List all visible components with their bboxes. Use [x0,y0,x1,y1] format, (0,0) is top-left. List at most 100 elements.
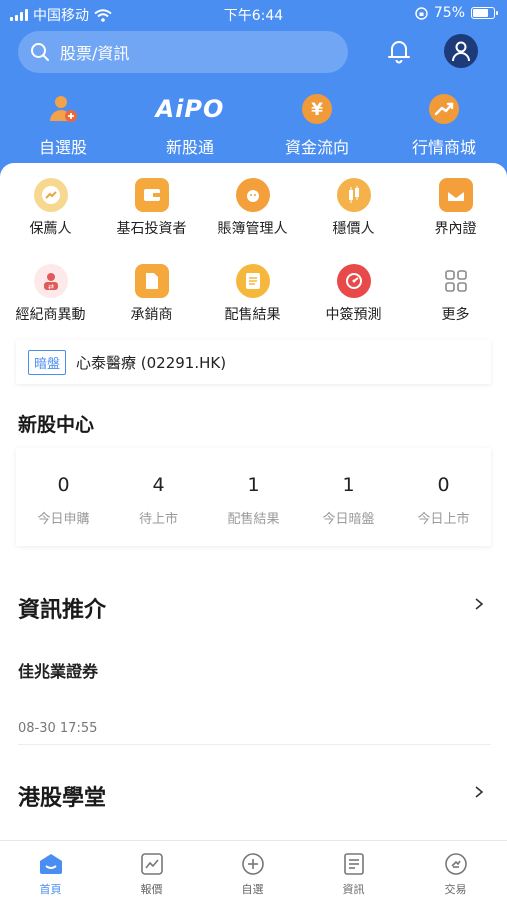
aipo-logo-text: AiPO [155,95,225,123]
trend-up-icon [384,92,504,126]
quick-nav-label: 自選股 [38,138,87,157]
stat-label: 今日暗盤 [322,512,375,527]
grid-item-label: 經紀商異動 [15,307,86,323]
grid-item-label: 界內證 [434,221,477,237]
stat-value: 1 [247,474,260,496]
grid-item-cornerstone[interactable]: 基石投資者 [101,178,202,238]
list-icon [235,264,270,298]
stat-value: 0 [57,474,70,496]
grid-item-label: 中簽預測 [325,307,382,323]
search-placeholder: 股票/資訊 [60,44,130,63]
stat-label: 配售結果 [227,512,280,527]
tab-label: 自選 [241,883,264,896]
grid-item-label: 配售結果 [224,307,281,323]
grid-item-more[interactable]: 更多 [405,264,506,324]
battery-percent: 75% [433,5,465,21]
document-icon [134,264,169,298]
stat-value: 4 [152,474,165,496]
quick-nav-new-ipo[interactable]: AiPO 新股通 [130,92,250,158]
news-source[interactable]: 佳兆業證券 [18,658,98,682]
rotation-lock-icon [415,6,428,20]
grid-item-label: 保薦人 [29,221,72,237]
ipo-center-title: 新股中心 [18,414,95,436]
search-input[interactable]: 股票/資訊 [18,31,348,73]
svg-text:⇄: ⇄ [48,283,54,291]
feature-grid-row-2: ⇄ 經紀商異動 承銷商 配售結果 中簽預測 更多 [0,264,507,334]
grid-item-inline-warrant[interactable]: 界內證 [405,178,506,238]
tab-watchlist[interactable]: 自選 [202,851,303,897]
quick-nav-fund-flow[interactable]: ¥ 資金流向 [257,92,377,158]
lion-icon [235,178,270,212]
ipo-stats-card: 0 今日申購 4 待上市 1 配售結果 1 今日暗盤 0 今日上市 [16,448,491,546]
aipo-logo: AiPO [130,92,250,126]
news-time: 08-30 17:55 [18,721,98,736]
tab-news[interactable]: 資訊 [303,851,404,897]
chevron-right-icon[interactable] [473,598,485,610]
grid-item-allotment-results[interactable]: 配售結果 [202,264,303,324]
stat-today-grey-market[interactable]: 1 今日暗盤 [301,474,396,527]
divider [18,744,491,745]
grid-item-label: 穩價人 [332,221,375,237]
grid-item-label: 承銷商 [130,307,173,323]
news-icon [303,851,404,877]
battery-fill [473,9,488,17]
gauge-icon [336,264,371,298]
grid-item-bookrunner[interactable]: 賬簿管理人 [202,178,303,238]
tab-trade[interactable]: 交易 [405,851,506,897]
bell-icon[interactable] [384,36,414,66]
tab-home[interactable]: 首頁 [0,851,101,897]
battery-icon [471,7,498,19]
quick-nav: 自選股 AiPO 新股通 ¥ 資金流向 行情商城 [0,92,507,157]
grey-market-badge: 暗盤 [28,349,67,375]
quick-nav-label: 行情商城 [411,138,476,157]
envelope-icon [438,178,473,212]
status-right: 75% [415,5,498,21]
news-section-title[interactable]: 資訊推介 [18,592,106,624]
candles-icon [336,178,371,212]
trade-icon [405,851,506,877]
stat-allotment-results[interactable]: 1 配售結果 [206,474,301,527]
grid-item-stabilizer[interactable]: 穩價人 [303,178,404,238]
quick-nav-market-store[interactable]: 行情商城 [384,92,504,158]
stat-label: 今日上市 [417,512,470,527]
grid-item-broker-changes[interactable]: ⇄ 經紀商異動 [0,264,101,324]
plus-circle-icon [202,851,303,877]
tab-quotes[interactable]: 報價 [101,851,202,897]
grid-item-underwriter[interactable]: 承銷商 [101,264,202,324]
grey-market-banner[interactable]: 暗盤 心泰醫療 (02291.HK) [16,340,491,384]
grid-item-label: 基石投資者 [116,221,187,237]
quick-nav-label: 資金流向 [284,138,349,157]
chart-icon [101,851,202,877]
tab-label: 資訊 [342,883,365,896]
grey-market-stock: 心泰醫療 (02291.HK) [76,353,227,372]
stat-value: 1 [342,474,355,496]
school-section-title[interactable]: 港股學堂 [18,780,106,812]
stat-label: 今日申購 [37,512,90,527]
profile-icon[interactable] [444,34,478,68]
grid-icon [439,264,473,298]
tab-label: 首頁 [39,883,62,896]
quick-nav-watchlist[interactable]: 自選股 [3,92,123,158]
tab-label: 交易 [444,883,467,896]
sponsor-icon [33,178,68,212]
home-icon [0,851,101,877]
grid-item-lottery-forecast[interactable]: 中簽預測 [303,264,404,324]
header: 中国移动 下午6:44 75% 股票/資訊 自選股 AiPO 新股通 ¥ 資金流… [0,0,507,178]
feature-grid-row-1: 保薦人 基石投資者 賬簿管理人 穩價人 界內證 [0,178,507,248]
yen-coin-icon: ¥ [257,92,377,126]
quick-nav-label: 新股通 [165,138,214,157]
bottom-tab-bar: 首頁 報價 自選 資訊 交易 [0,840,507,900]
stat-today-subscription[interactable]: 0 今日申購 [16,474,111,527]
grid-item-label: 賬簿管理人 [217,221,288,237]
svg-text:¥: ¥ [311,100,323,120]
stat-today-listing[interactable]: 0 今日上市 [396,474,491,527]
stat-value: 0 [437,474,450,496]
chevron-right-icon[interactable] [473,786,485,798]
search-icon [31,43,49,61]
grid-item-sponsor[interactable]: 保薦人 [0,178,101,238]
stat-pending-listing[interactable]: 4 待上市 [111,474,206,527]
broker-icon: ⇄ [33,264,68,298]
status-bar: 中国移动 下午6:44 75% [0,0,507,28]
user-plus-icon [3,92,123,126]
stat-label: 待上市 [138,512,178,527]
